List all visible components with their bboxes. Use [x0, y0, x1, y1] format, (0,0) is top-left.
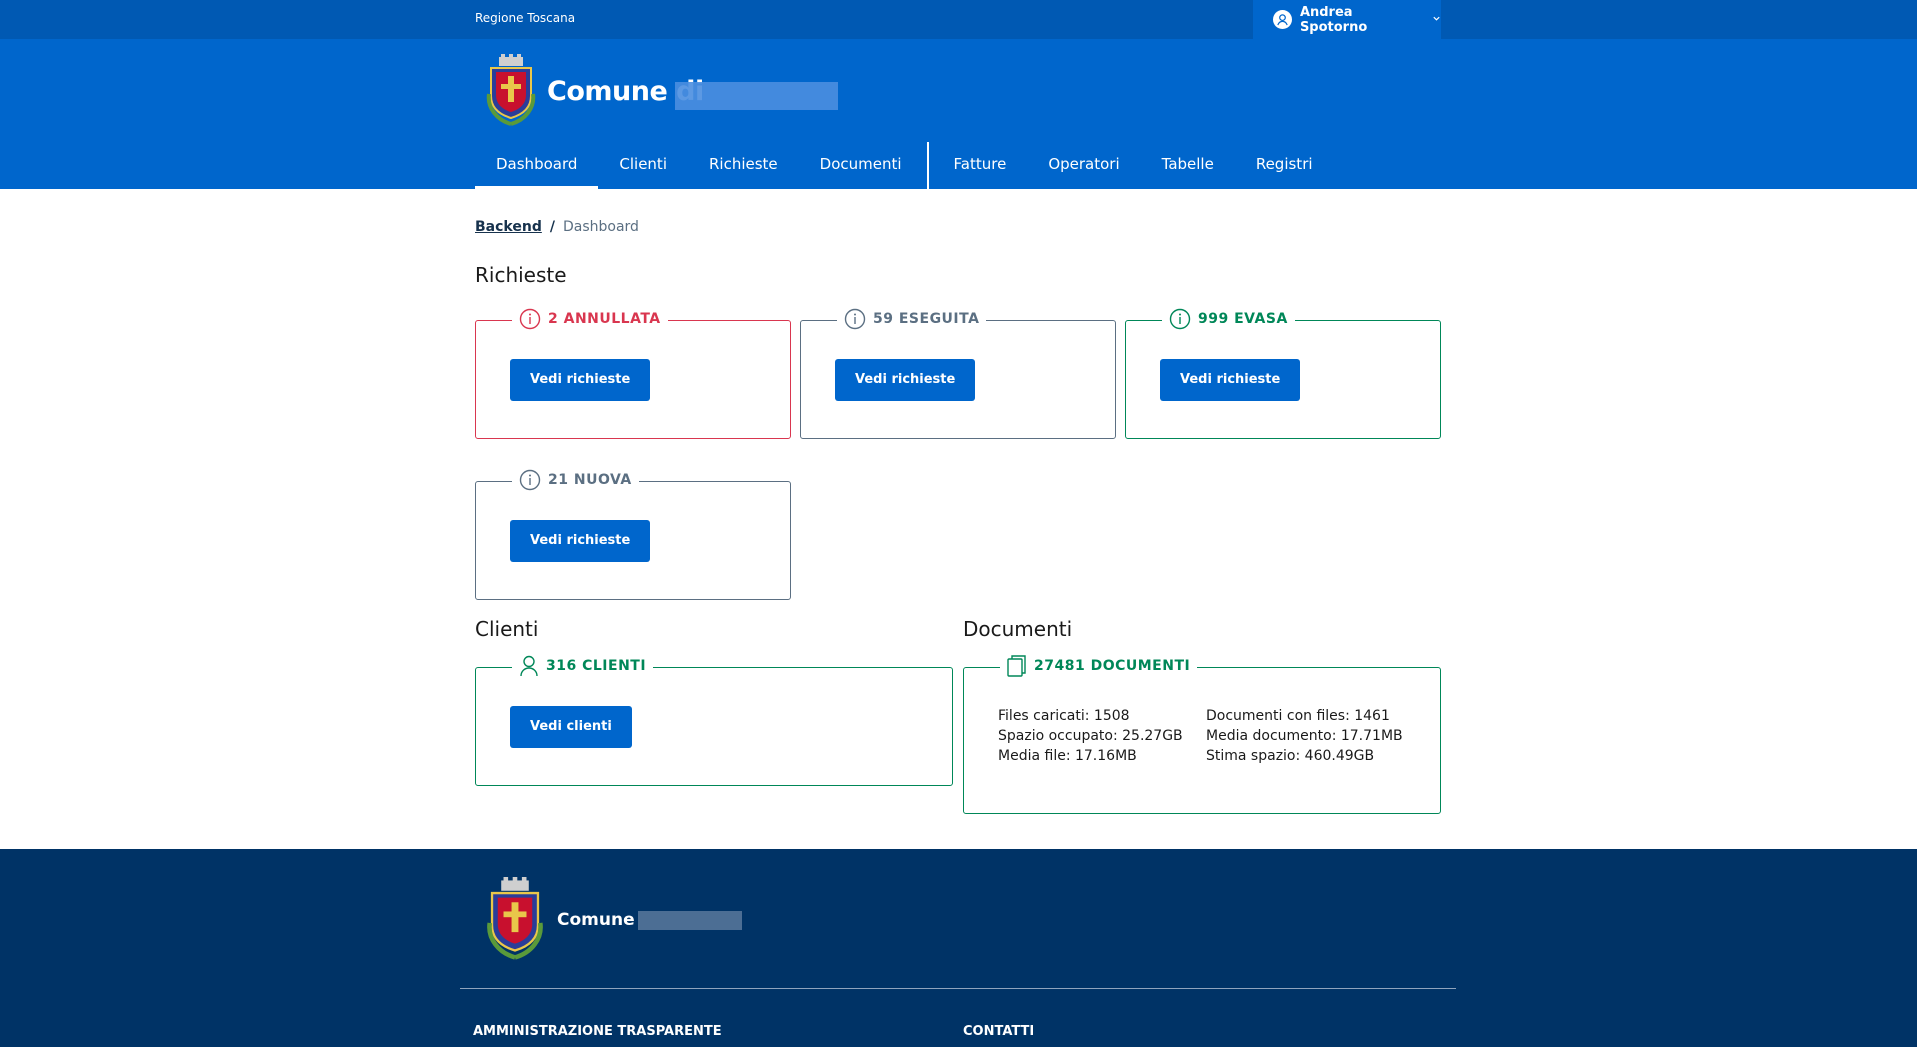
stat-media-file: Media file: 17.16MB	[998, 748, 1137, 764]
vedi-richieste-annullata-button[interactable]: Vedi richieste	[510, 359, 651, 401]
card-label: 2 ANNULLATA	[548, 311, 661, 327]
card-nuova: 21 NUOVA Vedi richieste	[475, 469, 791, 600]
footer-heading-amministrazione: AMMINISTRAZIONE TRASPARENTE	[473, 1024, 722, 1039]
documenti-heading: Documenti	[963, 617, 1073, 641]
card-eseguita: 59 ESEGUITA Vedi richieste	[800, 308, 1116, 439]
stat-stima-spazio: Stima spazio: 460.49GB	[1206, 748, 1375, 764]
nav-item-operatori[interactable]: Operatori	[1027, 142, 1140, 189]
redacted-name	[675, 82, 838, 110]
nav-divider	[926, 142, 929, 189]
user-avatar-icon	[1273, 10, 1292, 29]
stat-documenti-con-files: Documenti con files: 1461	[1206, 708, 1390, 724]
top-bar: Regione Toscana Andrea Spotorno	[0, 0, 1917, 39]
stat-spazio-occupato: Spazio occupato: 25.27GB	[998, 728, 1183, 744]
vedi-richieste-eseguita-button[interactable]: Vedi richieste	[835, 359, 976, 401]
card-evasa: 999 EVASA Vedi richieste	[1125, 308, 1441, 439]
card-legend: 999 EVASA	[1162, 308, 1295, 330]
region-link[interactable]: Regione Toscana	[475, 11, 575, 25]
vedi-richieste-nuova-button[interactable]: Vedi richieste	[510, 520, 651, 562]
user-menu-button[interactable]: Andrea Spotorno	[1253, 0, 1441, 39]
breadcrumb-backend-link[interactable]: Backend	[475, 219, 542, 235]
stat-files-caricati: Files caricati: 1508	[998, 708, 1130, 724]
richieste-heading: Richieste	[475, 263, 567, 287]
vedi-richieste-evasa-button[interactable]: Vedi richieste	[1160, 359, 1301, 401]
clienti-heading: Clienti	[475, 617, 539, 641]
card-legend: 59 ESEGUITA	[837, 308, 987, 330]
documents-icon	[1007, 655, 1027, 677]
main-nav: Dashboard Clienti Richieste Documenti Fa…	[475, 142, 1334, 189]
card-label: 999 EVASA	[1198, 311, 1288, 327]
nav-item-tabelle[interactable]: Tabelle	[1141, 142, 1235, 189]
info-circle-icon	[519, 469, 541, 491]
card-legend: 2 ANNULLATA	[512, 308, 668, 330]
card-label: 316 CLIENTI	[546, 658, 647, 674]
nav-item-documenti[interactable]: Documenti	[799, 142, 923, 189]
breadcrumb-current: Dashboard	[562, 219, 639, 235]
card-annullata: 2 ANNULLATA Vedi richieste	[475, 308, 791, 439]
info-circle-icon	[1169, 308, 1191, 330]
info-circle-icon	[519, 308, 541, 330]
vedi-clienti-button[interactable]: Vedi clienti	[510, 706, 632, 748]
card-label: 27481 DOCUMENTI	[1034, 658, 1191, 674]
stat-media-documento: Media documento: 17.71MB	[1206, 728, 1403, 744]
user-icon	[519, 655, 539, 677]
documenti-stats: Files caricati: 1508 Documenti con files…	[998, 708, 1406, 764]
nav-item-dashboard[interactable]: Dashboard	[475, 142, 599, 189]
footer-divider	[460, 988, 1456, 989]
card-label: 59 ESEGUITA	[873, 311, 980, 327]
breadcrumb: Backend / Dashboard	[475, 219, 639, 235]
breadcrumb-separator: /	[549, 219, 555, 235]
footer-heading-contatti: CONTATTI	[963, 1024, 1035, 1039]
footer-redacted-name	[638, 911, 742, 930]
crest-logo-icon[interactable]	[485, 54, 537, 132]
card-label: 21 NUOVA	[548, 472, 632, 488]
card-legend: 21 NUOVA	[512, 469, 639, 491]
card-legend: 27481 DOCUMENTI	[1000, 655, 1198, 677]
nav-item-registri[interactable]: Registri	[1235, 142, 1334, 189]
card-documenti: 27481 DOCUMENTI Files caricati: 1508 Doc…	[963, 655, 1441, 814]
chevron-down-icon	[1432, 12, 1441, 27]
footer-crest-logo-icon	[485, 877, 545, 966]
nav-item-clienti[interactable]: Clienti	[598, 142, 688, 189]
card-clienti: 316 CLIENTI Vedi clienti	[475, 655, 953, 786]
nav-item-richieste[interactable]: Richieste	[688, 142, 799, 189]
info-circle-icon	[844, 308, 866, 330]
site-footer	[0, 849, 1917, 1047]
card-legend: 316 CLIENTI	[512, 655, 654, 677]
user-name: Andrea Spotorno	[1299, 4, 1368, 35]
nav-item-fatture[interactable]: Fatture	[933, 142, 1028, 189]
